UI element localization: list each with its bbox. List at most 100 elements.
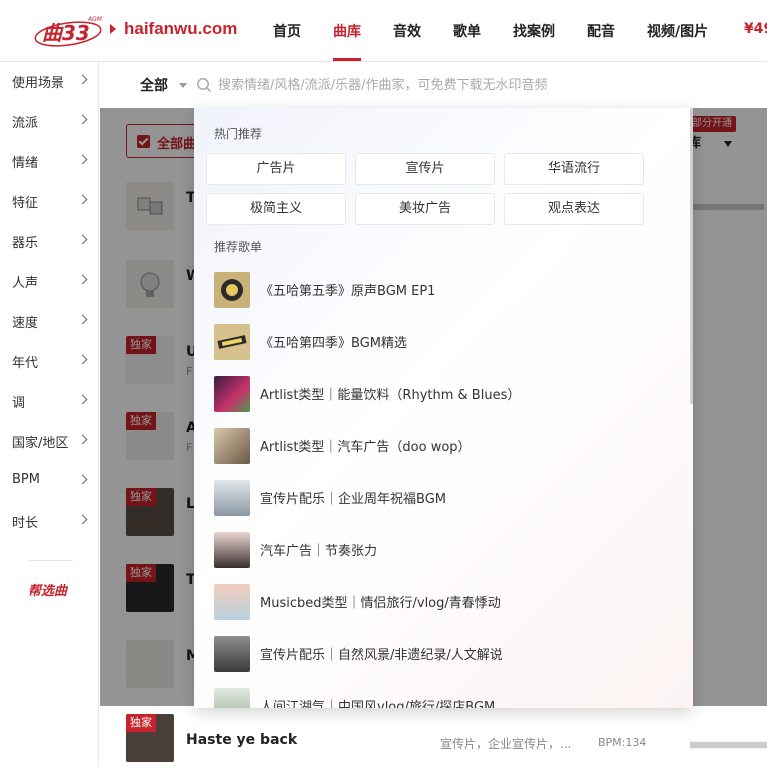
sidebar-item-label: 情绪 [12, 156, 39, 171]
search-scope-select[interactable]: 全部 [140, 75, 168, 95]
chevron-right-icon [77, 434, 88, 445]
exclusive-badge: 独家 [126, 714, 156, 732]
track-row-last[interactable]: 独家 Haste ye back 宣传片，企业宣传片，... BPM:134 [100, 706, 767, 767]
chevron-right-icon [77, 314, 88, 325]
sidebar-item-vocal[interactable]: 人声 [12, 272, 92, 292]
chevron-right-icon [77, 234, 88, 245]
sidebar-item-label: 人声 [12, 276, 39, 291]
sidebar-item-label: 年代 [12, 356, 39, 371]
sidebar-item-label: 器乐 [12, 236, 39, 251]
sidebar-item-label: 时长 [12, 516, 39, 531]
chevron-right-icon [77, 74, 88, 85]
playlist-cover [214, 636, 250, 672]
playlist-item[interactable]: Musicbed类型｜情侣旅行/vlog/青春悸动 [214, 582, 674, 622]
playlist-item[interactable]: 《五哈第四季》BGM精选 [214, 322, 674, 362]
nav-active-indicator [333, 58, 361, 61]
playlist-item[interactable]: 人间江湖气｜中国风vlog/旅行/探店BGM [214, 686, 674, 708]
hot-recommend-title: 热门推荐 [214, 127, 263, 141]
search-icon [197, 78, 212, 93]
playlist-item[interactable]: 宣传片配乐｜企业周年祝福BGM [214, 478, 674, 518]
site-domain[interactable]: haifanwu.com [124, 19, 237, 39]
sidebar-item-instrument[interactable]: 器乐 [12, 232, 92, 252]
sidebar-item-scene[interactable]: 使用场景 [12, 72, 92, 92]
playlist-name: Musicbed类型｜情侣旅行/vlog/青春悸动 [260, 596, 501, 611]
hot-tag-chip[interactable]: 观点表达 [504, 193, 644, 225]
playlist-cover [214, 376, 250, 412]
track-title[interactable]: Haste ye back [186, 732, 297, 748]
playlist-cover [214, 532, 250, 568]
hot-tag-chip[interactable]: 广告片 [206, 153, 346, 185]
nav-video-images[interactable]: 视频/图片 [647, 21, 708, 41]
sidebar-item-bpm[interactable]: BPM [12, 472, 92, 492]
nav-home[interactable]: 首页 [273, 21, 301, 41]
chevron-right-icon [77, 514, 88, 525]
sidebar-item-duration[interactable]: 时长 [12, 512, 92, 532]
playlist-cover [214, 688, 250, 708]
nav-cases[interactable]: 找案例 [513, 21, 555, 41]
sidebar-item-label: 速度 [12, 316, 39, 331]
playlist-name: Artlist类型｜能量饮料（Rhythm & Blues） [260, 388, 521, 403]
sidebar-divider [28, 560, 73, 561]
playlist-cover [214, 272, 250, 308]
sidebar-item-key[interactable]: 调 [12, 392, 92, 412]
svg-text:AGM: AGM [87, 16, 103, 23]
svg-text:曲33: 曲33 [42, 21, 90, 45]
playlist-cover [214, 480, 250, 516]
track-tags: 宣传片，企业宣传片，... [440, 737, 572, 751]
playlist-name: 《五哈第五季》原声BGM EP1 [260, 284, 436, 299]
sidebar-item-era[interactable]: 年代 [12, 352, 92, 372]
playlist-name: 《五哈第四季》BGM精选 [260, 336, 407, 351]
site-logo[interactable]: 曲33 AGM [34, 14, 106, 48]
nav-library[interactable]: 曲库 [333, 21, 361, 41]
search-suggestion-dropdown: 热门推荐 广告片 宣传片 华语流行 极简主义 美妆广告 观点表达 推荐歌单 《五… [194, 108, 693, 708]
album-cover: 独家 [126, 714, 174, 762]
nav-voiceover[interactable]: 配音 [587, 21, 615, 41]
playlist-item[interactable]: 汽车广告｜节奏张力 [214, 530, 674, 570]
playlist-item[interactable]: 宣传片配乐｜自然风景/非遗纪录/人文解说 [214, 634, 674, 674]
sidebar-item-mood[interactable]: 情绪 [12, 152, 92, 172]
sidebar-item-label: 使用场景 [12, 76, 65, 91]
search-input[interactable] [218, 72, 738, 98]
sidebar-item-tempo[interactable]: 速度 [12, 312, 92, 332]
chevron-right-icon [77, 114, 88, 125]
badge-cover-icon [221, 279, 243, 301]
track-bpm: BPM:134 [598, 736, 647, 749]
sidebar-item-label: 调 [12, 396, 26, 411]
sidebar-item-country[interactable]: 国家/地区 [12, 432, 92, 452]
hot-tag-chip[interactable]: 华语流行 [504, 153, 644, 185]
sidebar-item-feature[interactable]: 特征 [12, 192, 92, 212]
nav-playlists[interactable]: 歌单 [453, 21, 481, 41]
chevron-right-icon [77, 394, 88, 405]
chevron-right-icon [77, 154, 88, 165]
playlist-name: 人间江湖气｜中国风vlog/旅行/探店BGM [260, 700, 496, 708]
price-badge[interactable]: ¥49 [744, 21, 767, 37]
recommended-playlists-title: 推荐歌单 [214, 240, 263, 254]
playlist-item[interactable]: Artlist类型｜能量饮料（Rhythm & Blues） [214, 374, 674, 414]
chevron-right-icon [77, 474, 88, 485]
playlist-name: 宣传片配乐｜自然风景/非遗纪录/人文解说 [260, 648, 503, 663]
chevron-right-icon [77, 354, 88, 365]
chevron-right-icon [77, 194, 88, 205]
chevron-right-icon [77, 274, 88, 285]
search-bar: 全部 [100, 62, 767, 108]
sidebar-item-label: BPM [12, 472, 40, 487]
hot-tag-chip[interactable]: 极简主义 [206, 193, 346, 225]
playlist-cover [214, 428, 250, 464]
playlist-name: 汽车广告｜节奏张力 [260, 544, 378, 559]
waveform[interactable] [690, 732, 767, 758]
playlist-name: Artlist类型｜汽车广告（doo wop） [260, 440, 471, 455]
hot-tag-chip[interactable]: 美妆广告 [355, 193, 495, 225]
sidebar-item-label: 流派 [12, 116, 39, 131]
sidebar-item-label: 特征 [12, 196, 39, 211]
category-sidebar: 使用场景 流派 情绪 特征 器乐 人声 速度 年代 调 国家/地区 BPM 时长… [0, 62, 99, 767]
playlist-item[interactable]: 《五哈第五季》原声BGM EP1 [214, 270, 674, 310]
hot-tag-chip[interactable]: 宣传片 [355, 153, 495, 185]
sidebar-item-genre[interactable]: 流派 [12, 112, 92, 132]
playlist-cover [214, 584, 250, 620]
nav-sound-effects[interactable]: 音效 [393, 21, 421, 41]
dropdown-scrollbar[interactable] [690, 108, 693, 404]
playlist-cover [214, 324, 250, 360]
playlist-item[interactable]: Artlist类型｜汽车广告（doo wop） [214, 426, 674, 466]
help-pick-link[interactable]: 帮选曲 [28, 580, 67, 599]
caret-down-icon [179, 83, 187, 88]
